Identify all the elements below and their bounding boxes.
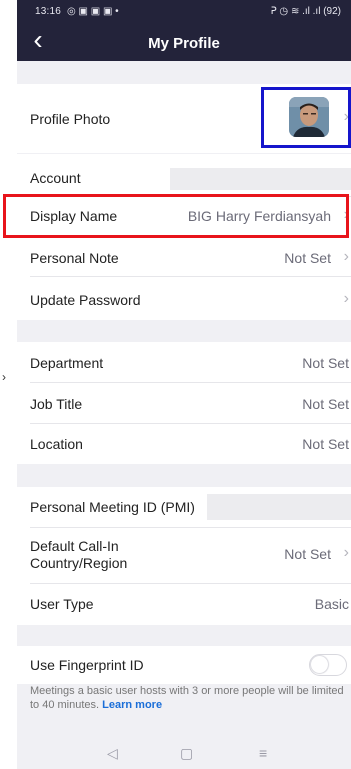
notification-icons: ◎ ▣ ▣ ▣ • [67,6,119,17]
fingerprint-label: Use Fingerprint ID [30,657,144,673]
department-value: Not Set [302,355,349,371]
fingerprint-toggle[interactable] [309,654,347,676]
nav-menu-icon[interactable]: ≡ [259,745,267,761]
status-bar: 13:16 ◎ ▣ ▣ ▣ • ᕈ ◷ ≋ .ıl .ıl (92) [17,0,351,24]
profile-photo-highlight-box [261,87,351,148]
user-type-row: User Type Basic [17,584,351,625]
location-row: Location Not Set [17,424,351,464]
job-title-value: Not Set [302,396,349,412]
call-in-label: Default Call-In Country/Region [30,538,127,572]
user-type-label: User Type [30,596,94,612]
system-status-icons: ᕈ ◷ ≋ .ıl .ıl (92) [270,6,341,17]
nav-back-icon[interactable]: ◁ [107,745,118,762]
profile-photo-label: Profile Photo [30,111,111,127]
personal-note-row[interactable]: Personal Note Not Set › [17,237,351,277]
pmi-value-redacted [207,494,351,520]
navigation-bar: ‹ My Profile [17,24,351,61]
chevron-right-icon: › [343,290,349,307]
call-in-label-line2: Country/Region [30,555,128,571]
account-label: Account [30,170,81,186]
nav-home-icon[interactable]: ▢ [180,745,193,762]
plan-limit-note: Meetings a basic user hosts with 3 or mo… [30,684,348,712]
department-label: Department [30,355,104,371]
personal-note-value: Not Set [284,250,331,266]
location-label: Location [30,436,83,452]
chevron-right-icon: › [343,248,349,265]
job-title-label: Job Title [30,396,83,412]
user-type-value: Basic [314,596,349,612]
update-password-label: Update Password [30,292,141,308]
page-title: My Profile [148,35,220,52]
account-row[interactable]: Account [17,154,351,197]
job-title-row: Job Title Not Set [17,383,351,424]
system-navigation-bar: ◁ ▢ ≡ [17,738,351,769]
update-password-row[interactable]: Update Password › [17,277,351,320]
account-value-redacted [170,168,351,190]
display-name-highlight-box [3,194,349,238]
department-row: Department Not Set [17,342,351,383]
plan-limit-text: Meetings a basic user hosts with 3 or mo… [30,685,344,711]
location-value: Not Set [302,436,349,452]
chevron-right-icon: › [343,544,349,561]
toggle-knob [311,656,328,673]
call-in-row[interactable]: Default Call-In Country/Region Not Set › [17,528,351,584]
pmi-row[interactable]: Personal Meeting ID (PMI) [17,487,351,528]
personal-note-label: Personal Note [30,250,119,266]
pmi-label: Personal Meeting ID (PMI) [30,499,195,515]
fingerprint-row: Use Fingerprint ID [17,646,351,684]
side-arrow-mark: › [2,370,6,384]
status-time: 13:16 [35,6,62,17]
call-in-label-line1: Default Call-In [30,538,119,554]
app-header: 13:16 ◎ ▣ ▣ ▣ • ᕈ ◷ ≋ .ıl .ıl (92) ‹ My … [17,0,351,61]
learn-more-link[interactable]: Learn more [102,699,162,711]
call-in-value: Not Set [284,546,331,562]
